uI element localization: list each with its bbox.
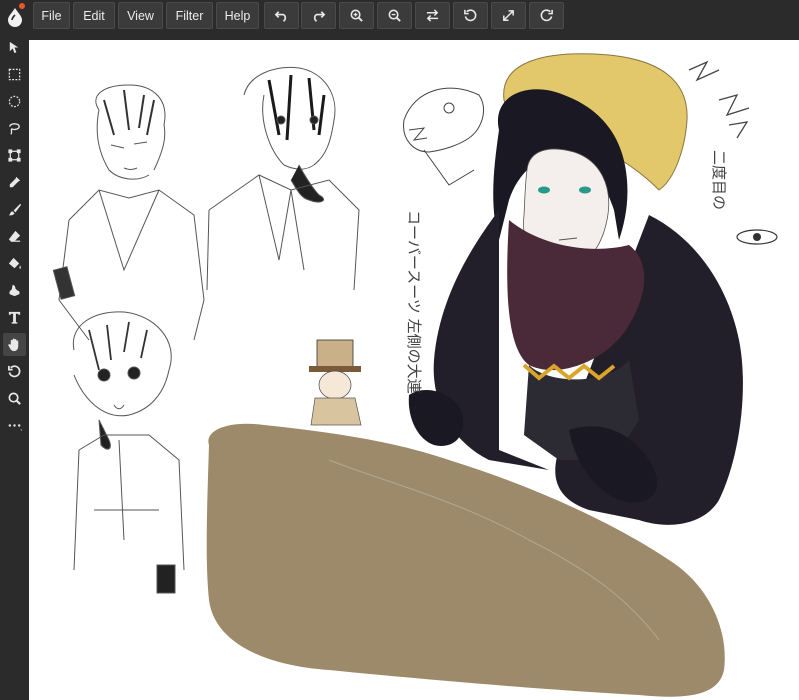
redo-button[interactable] bbox=[301, 2, 336, 29]
fullscreen-icon bbox=[503, 10, 514, 21]
ellipse-select-icon bbox=[8, 95, 21, 108]
filter-menu-label: Filter bbox=[175, 8, 204, 23]
magnify-icon bbox=[8, 392, 21, 405]
brush-tool[interactable] bbox=[3, 198, 26, 221]
brush-icon bbox=[8, 203, 22, 216]
zoom-out-button[interactable] bbox=[377, 2, 412, 29]
move-icon bbox=[9, 41, 19, 54]
rotate-tool[interactable] bbox=[3, 360, 26, 383]
rotate-right-button[interactable] bbox=[529, 2, 564, 29]
swap-icon bbox=[426, 9, 439, 22]
tool-sidebar bbox=[0, 33, 29, 700]
transform-tool[interactable] bbox=[3, 144, 26, 167]
zoom-in-icon bbox=[350, 9, 363, 22]
magnify-tool[interactable] bbox=[3, 387, 26, 410]
more-icon bbox=[8, 424, 22, 432]
rotate-icon bbox=[8, 365, 21, 378]
sketch-small-figure bbox=[309, 339, 362, 426]
undo-icon bbox=[274, 11, 287, 22]
zoom-in-button[interactable] bbox=[339, 2, 374, 29]
rotate-right-icon bbox=[540, 9, 553, 22]
help-menu-button[interactable]: Help bbox=[216, 2, 259, 29]
lasso-tool[interactable] bbox=[3, 117, 26, 140]
app-logo-icon bbox=[8, 7, 22, 27]
sketch-figure-left bbox=[52, 84, 205, 341]
eraser-tool[interactable] bbox=[3, 225, 26, 248]
rotate-left-button[interactable] bbox=[453, 2, 488, 29]
fill-tool[interactable] bbox=[3, 252, 26, 275]
app-logo[interactable] bbox=[0, 0, 30, 33]
sketch-creature bbox=[403, 87, 484, 186]
top-toolbar: File Edit View Filter Help bbox=[0, 0, 799, 33]
view-menu-label: View bbox=[127, 8, 154, 23]
rect-select-icon bbox=[8, 68, 21, 81]
rotate-left-icon bbox=[464, 9, 477, 22]
text-icon bbox=[8, 311, 21, 324]
undo-button[interactable] bbox=[264, 2, 299, 29]
lasso-icon bbox=[9, 123, 20, 135]
sketch-eye bbox=[736, 229, 778, 245]
sketch-figure-center bbox=[206, 66, 360, 291]
redo-icon bbox=[313, 11, 326, 22]
view-menu-button[interactable]: View bbox=[118, 2, 163, 29]
swap-button[interactable] bbox=[415, 2, 450, 29]
more-tools-button[interactable] bbox=[3, 414, 26, 437]
artwork: コーバースーツ 左側の大連 二度目の bbox=[52, 53, 778, 697]
eyedropper-tool[interactable] bbox=[3, 171, 26, 194]
drawing-canvas[interactable]: コーバースーツ 左側の大連 二度目の bbox=[29, 40, 799, 700]
fullscreen-button[interactable] bbox=[491, 2, 526, 29]
filter-menu-button[interactable]: Filter bbox=[166, 2, 213, 29]
edit-menu-button[interactable]: Edit bbox=[73, 2, 115, 29]
transform-icon bbox=[8, 149, 21, 162]
file-menu-button[interactable]: File bbox=[33, 2, 70, 29]
edit-menu-label: Edit bbox=[83, 8, 105, 23]
ellipse-select-tool[interactable] bbox=[3, 90, 26, 113]
hand-icon bbox=[8, 338, 19, 352]
handwritten-note-vertical: コーバースーツ 左側の大連 bbox=[405, 210, 423, 394]
hand-tool[interactable] bbox=[3, 333, 26, 356]
notification-dot bbox=[19, 3, 25, 9]
eraser-icon bbox=[8, 230, 21, 242]
rect-select-tool[interactable] bbox=[3, 63, 26, 86]
smudge-tool[interactable] bbox=[3, 279, 26, 302]
main-character bbox=[408, 53, 743, 525]
smudge-icon bbox=[9, 284, 20, 297]
help-menu-label: Help bbox=[224, 8, 251, 23]
zoom-out-icon bbox=[388, 9, 401, 22]
handwritten-note-right: 二度目の bbox=[710, 150, 728, 210]
eyedropper-icon bbox=[9, 176, 21, 188]
move-tool[interactable] bbox=[3, 36, 26, 59]
file-menu-label: File bbox=[41, 8, 62, 23]
fill-icon bbox=[8, 257, 21, 270]
text-tool[interactable] bbox=[3, 306, 26, 329]
sketch-figure-bottom-left bbox=[72, 311, 185, 594]
